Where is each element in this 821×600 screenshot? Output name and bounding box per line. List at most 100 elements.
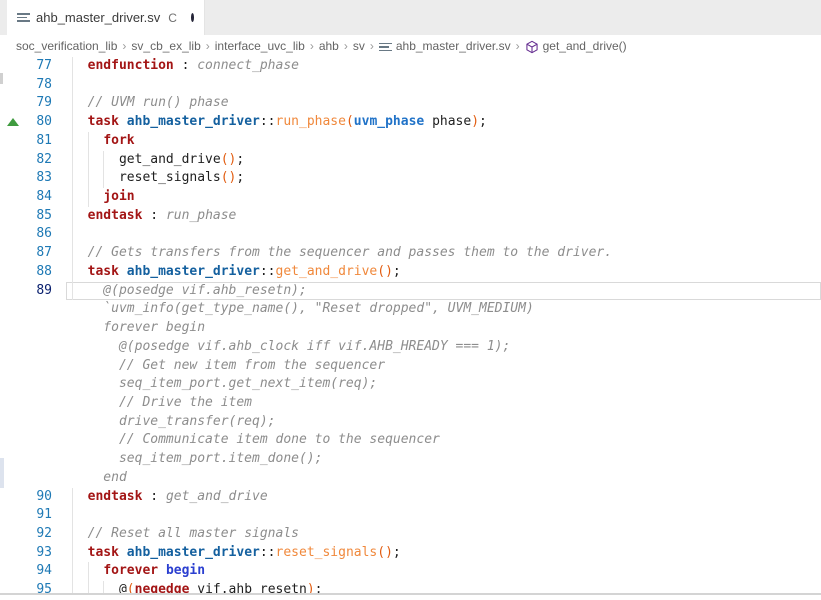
code-text[interactable]: fork <box>66 132 821 151</box>
code-line[interactable]: @(posedge vif.ahb_clock iff vif.AHB_HREA… <box>0 338 821 357</box>
breadcrumb-separator: › <box>310 39 314 53</box>
code-text[interactable]: task ahb_master_driver::run_phase(uvm_ph… <box>66 113 821 132</box>
code-line[interactable]: 91 <box>0 506 821 525</box>
code-text[interactable]: // Get new item from the sequencer <box>66 357 821 376</box>
code-text[interactable] <box>66 506 821 525</box>
code-line[interactable]: 78 <box>0 76 821 95</box>
code-line[interactable]: 94 forever begin <box>0 562 821 581</box>
code-line[interactable]: 82 get_and_drive(); <box>0 151 821 170</box>
breadcrumb-item-symbol[interactable]: get_and_drive() <box>543 39 627 53</box>
code-text[interactable]: endtask : get_and_drive <box>66 488 821 507</box>
code-text[interactable] <box>66 225 821 244</box>
vscode-editor-window: ahb_master_driver.sv C soc_verification_… <box>0 0 821 600</box>
gutter-decoration <box>0 73 3 84</box>
indent-guide <box>88 151 89 170</box>
code-text[interactable]: @(posedge vif.ahb_clock iff vif.AHB_HREA… <box>66 338 821 357</box>
modified-dot-icon[interactable] <box>191 13 194 22</box>
breadcrumb-item-file[interactable]: ahb_master_driver.sv <box>396 39 511 53</box>
code-line[interactable]: // Get new item from the sequencer <box>0 357 821 376</box>
code-text[interactable]: // UVM run() phase <box>66 94 821 113</box>
method-symbol-icon <box>525 40 539 54</box>
line-number-gutter: 83 <box>0 169 66 188</box>
code-line[interactable]: `uvm_info(get_type_name(), "Reset droppe… <box>0 300 821 319</box>
gutter-decoration <box>0 458 4 488</box>
language-badge: C <box>168 11 177 25</box>
line-number: 87 <box>36 245 52 260</box>
line-number: 93 <box>36 545 52 560</box>
tab-ahb-master-driver[interactable]: ahb_master_driver.sv C <box>7 0 205 35</box>
code-text[interactable]: @(posedge vif.ahb_resetn); <box>66 282 821 301</box>
code-line[interactable]: 83 reset_signals(); <box>0 169 821 188</box>
code-line[interactable]: seq_item_port.item_done(); <box>0 450 821 469</box>
breadcrumb-item[interactable]: interface_uvc_lib <box>215 39 305 53</box>
indent-guide <box>103 151 104 170</box>
code-line[interactable]: forever begin <box>0 319 821 338</box>
code-text[interactable]: forever begin <box>66 319 821 338</box>
code-text[interactable]: endfunction : connect_phase <box>66 57 821 76</box>
code-text[interactable]: join <box>66 188 821 207</box>
code-text[interactable]: end <box>66 469 821 488</box>
line-number: 77 <box>36 58 52 73</box>
indent-guide <box>88 562 89 581</box>
code-line[interactable]: 85 endtask : run_phase <box>0 207 821 226</box>
code-line[interactable]: 89 @(posedge vif.ahb_resetn); <box>0 282 821 301</box>
code-line[interactable]: 84 join <box>0 188 821 207</box>
code-text[interactable]: get_and_drive(); <box>66 151 821 170</box>
code-line[interactable]: seq_item_port.get_next_item(req); <box>0 375 821 394</box>
code-line[interactable]: 79 // UVM run() phase <box>0 94 821 113</box>
code-line[interactable]: 92 // Reset all master signals <box>0 525 821 544</box>
breadcrumb-item[interactable]: sv_cb_ex_lib <box>131 39 200 53</box>
line-number-gutter: 90 <box>0 488 66 507</box>
code-text[interactable]: // Communicate item done to the sequence… <box>66 431 821 450</box>
indent-guide <box>88 132 89 151</box>
code-text[interactable]: `uvm_info(get_type_name(), "Reset droppe… <box>66 300 821 319</box>
code-text[interactable]: seq_item_port.get_next_item(req); <box>66 375 821 394</box>
code-area[interactable]: 77 endfunction : connect_phase7879 // UV… <box>0 57 821 600</box>
indent-guide <box>88 188 89 207</box>
code-line[interactable]: 77 endfunction : connect_phase <box>0 57 821 76</box>
line-number-gutter <box>0 450 66 469</box>
indent-guide <box>72 94 73 113</box>
indent-guide <box>72 207 73 226</box>
code-text[interactable]: // Gets transfers from the sequencer and… <box>66 244 821 263</box>
code-line[interactable]: 87 // Gets transfers from the sequencer … <box>0 244 821 263</box>
code-text[interactable]: // Drive the item <box>66 394 821 413</box>
code-text[interactable]: endtask : run_phase <box>66 207 821 226</box>
code-text[interactable]: task ahb_master_driver::get_and_drive(); <box>66 263 821 282</box>
indent-guide <box>72 263 73 282</box>
code-text[interactable]: task ahb_master_driver::reset_signals(); <box>66 544 821 563</box>
code-text[interactable]: forever begin <box>66 562 821 581</box>
line-number-gutter: 87 <box>0 244 66 263</box>
code-line[interactable]: // Communicate item done to the sequence… <box>0 431 821 450</box>
code-text[interactable]: drive_transfer(req); <box>66 413 821 432</box>
line-number-gutter: 82 <box>0 151 66 170</box>
breadcrumb-item[interactable]: sv <box>353 39 365 53</box>
code-line[interactable]: // Drive the item <box>0 394 821 413</box>
code-line[interactable]: 90 endtask : get_and_drive <box>0 488 821 507</box>
code-line[interactable]: 93 task ahb_master_driver::reset_signals… <box>0 544 821 563</box>
code-text[interactable]: // Reset all master signals <box>66 525 821 544</box>
code-text[interactable] <box>66 76 821 95</box>
breadcrumb-separator: › <box>122 39 126 53</box>
file-type-icon <box>17 13 30 22</box>
breadcrumb-item[interactable]: ahb <box>319 39 339 53</box>
run-arrow-icon[interactable] <box>7 118 19 126</box>
bottom-gap <box>0 595 821 600</box>
line-number-gutter: 94 <box>0 562 66 581</box>
code-line[interactable]: 88 task ahb_master_driver::get_and_drive… <box>0 263 821 282</box>
code-line[interactable]: end <box>0 469 821 488</box>
code-line[interactable]: 81 fork <box>0 132 821 151</box>
line-number-gutter <box>0 431 66 450</box>
code-text[interactable]: seq_item_port.item_done(); <box>66 450 821 469</box>
line-number: 80 <box>36 114 52 129</box>
line-number: 94 <box>36 563 52 578</box>
breadcrumb-item[interactable]: soc_verification_lib <box>16 39 117 53</box>
indent-guide <box>103 169 104 188</box>
code-line[interactable]: drive_transfer(req); <box>0 413 821 432</box>
code-line[interactable]: 80 task ahb_master_driver::run_phase(uvm… <box>0 113 821 132</box>
code-line[interactable]: 86 <box>0 225 821 244</box>
line-number: 82 <box>36 152 52 167</box>
code-text[interactable]: reset_signals(); <box>66 169 821 188</box>
line-number: 90 <box>36 489 52 504</box>
line-number-gutter <box>0 469 66 488</box>
